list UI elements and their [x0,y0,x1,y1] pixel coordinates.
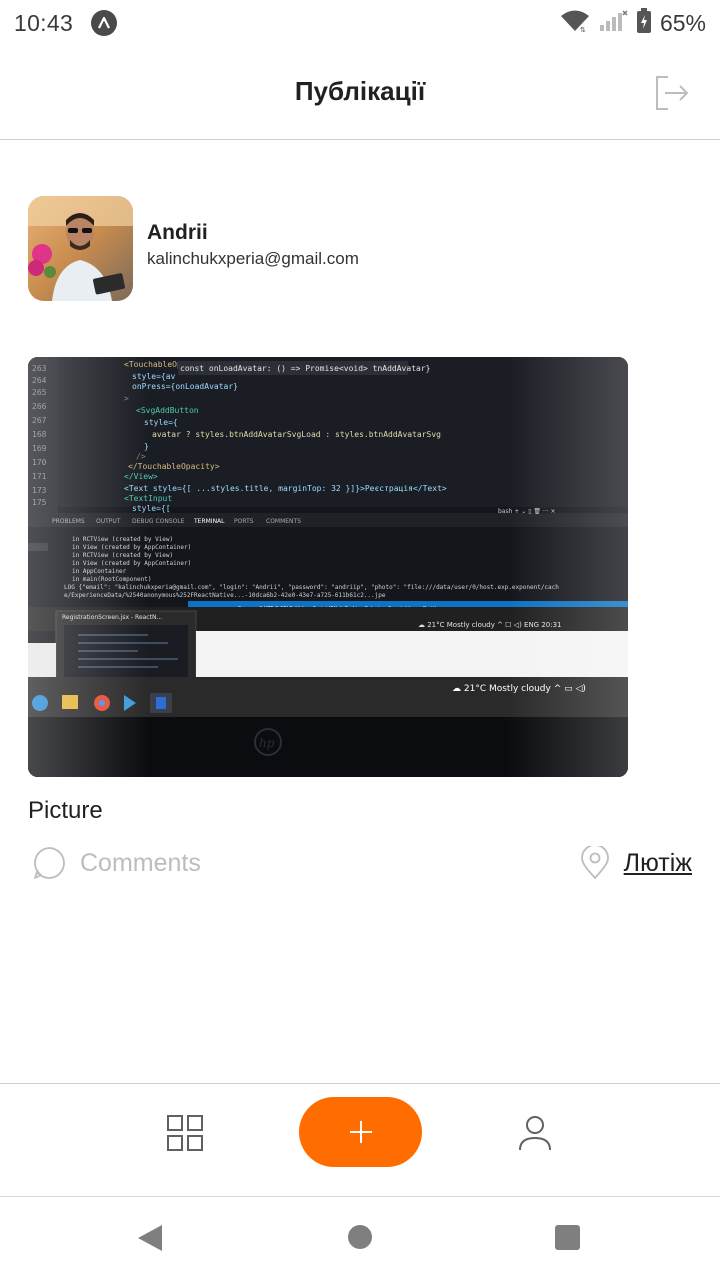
logout-button[interactable] [650,72,692,114]
status-time: 10:43 [14,9,74,36]
comment-icon [34,847,65,879]
comments-label: Comments [80,848,201,877]
back-icon[interactable] [136,1223,164,1253]
wifi-icon: ⇅ [560,9,590,38]
tab-posts[interactable] [164,1112,206,1154]
app-header: Публікації [0,46,720,140]
battery-charging-icon [636,7,652,39]
profile-email: kalinchukxperia@gmail.com [147,248,359,268]
battery-percent: 65% [659,9,706,36]
profile-name: Andrii [147,220,208,244]
page-title: Публікації [294,76,426,106]
create-post-button[interactable] [299,1097,422,1167]
system-navigation-bar [0,1197,720,1280]
grid-icon [167,1115,203,1151]
user-profile: Andrii kalinchukxperia@gmail.com [28,196,359,301]
user-icon [519,1116,551,1151]
status-left: 10:43 [14,9,118,37]
location-button[interactable]: Лютіж [580,846,692,880]
status-bar: 10:43 ⇅ 65% [0,0,720,46]
post-meta: Comments Лютіж [28,844,692,884]
bottom-tab-bar [0,1083,720,1197]
post-title: Picture [28,797,103,824]
comments-button[interactable]: Comments [32,846,201,880]
app-notification-icon [91,10,118,36]
home-icon[interactable] [348,1225,372,1249]
signal-icon [598,9,628,38]
map-pin-icon [580,846,609,880]
plus-icon [349,1121,372,1143]
logout-icon [656,76,688,110]
recent-apps-icon[interactable] [555,1225,580,1250]
tab-profile[interactable] [513,1112,557,1156]
post-image[interactable]: 263264265 266267168 169170171 173175 <To… [28,357,628,777]
location-label: Лютіж [623,848,692,877]
svg-text:⇅: ⇅ [580,26,586,33]
profile-text: Andrii kalinchukxperia@gmail.com [147,221,359,269]
status-right: ⇅ 65% [560,7,706,39]
avatar [28,196,133,301]
